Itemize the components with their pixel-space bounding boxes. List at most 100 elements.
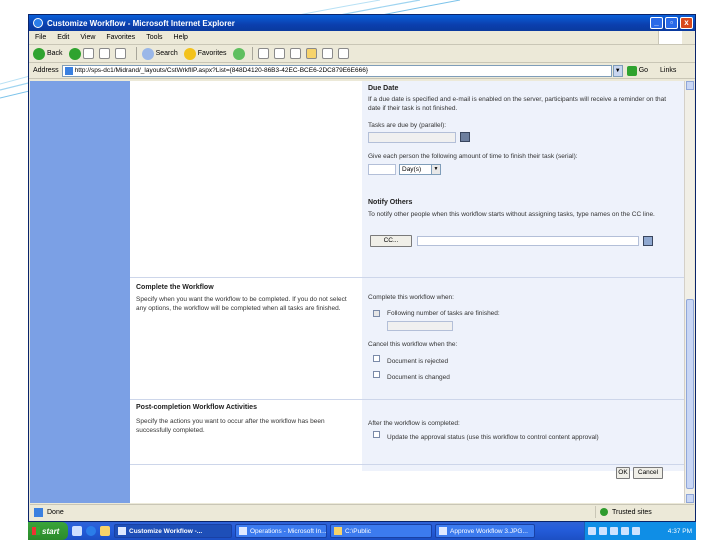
show-desktop-icon[interactable] [72, 526, 82, 536]
toolbar-separator [251, 47, 253, 60]
title-bar: Customize Workflow - Microsoft Internet … [29, 15, 695, 31]
browser-window: Customize Workflow - Microsoft Internet … [28, 14, 696, 522]
vertical-scrollbar[interactable] [684, 81, 694, 503]
scroll-thumb[interactable] [686, 299, 694, 489]
media-icon[interactable] [232, 47, 245, 60]
mail-icon[interactable] [257, 48, 269, 59]
messenger-icon[interactable] [321, 48, 333, 59]
back-button[interactable]: Back [33, 47, 63, 60]
scroll-up-icon[interactable] [686, 81, 694, 90]
search-icon [141, 47, 154, 60]
page-icon [64, 66, 73, 75]
post-completion-heading: Post-completion Workflow Activities [136, 404, 257, 411]
taskbar-item-customize-workflow[interactable]: Customize Workflow -... [114, 524, 232, 538]
tray-volume-icon[interactable] [621, 527, 629, 535]
workflow-form: Due Date If a due date is specified and … [130, 81, 684, 503]
serial-time-input[interactable] [368, 164, 396, 175]
tray-network-icon[interactable] [588, 527, 596, 535]
cancel-label: Cancel [637, 469, 659, 476]
folder-icon [334, 527, 342, 535]
close-button[interactable]: x [680, 17, 693, 29]
tasks-due-date-input[interactable] [368, 132, 456, 143]
windows-flag-icon [32, 527, 40, 535]
post-completion-description: Specify the actions you want to occur af… [136, 418, 325, 434]
tray-update-icon[interactable] [632, 527, 640, 535]
complete-workflow-description: Specify when you want the workflow to be… [136, 296, 347, 312]
refresh-icon[interactable] [98, 48, 110, 59]
minimize-button[interactable]: _ [650, 17, 663, 29]
taskbar: start Customize Workflow -... Operations… [28, 522, 696, 540]
status-bar: Done Trusted sites [30, 504, 694, 519]
document-changed-label: Document is changed [387, 374, 450, 381]
calendar-icon[interactable] [460, 132, 470, 142]
complete-workflow-heading: Complete the Workflow [136, 284, 214, 291]
address-dropdown-icon[interactable]: ▼ [612, 64, 623, 77]
explorer-quicklaunch-icon[interactable] [100, 526, 110, 536]
system-tray: 4:37 PM [584, 522, 696, 540]
security-zone: Trusted sites [595, 506, 690, 518]
tasks-finished-label: Following number of tasks are finished: [387, 310, 500, 317]
due-date-description: If a due date is specified and e-mail is… [368, 96, 667, 112]
ok-button[interactable]: OK [616, 467, 630, 479]
home-icon[interactable] [114, 48, 126, 59]
document-rejected-checkbox[interactable] [373, 355, 380, 362]
trusted-check-icon [600, 508, 608, 516]
taskbar-item-approve-workflow[interactable]: Approve Workflow 3.JPG... [435, 524, 535, 538]
after-completed-label: After the workflow is completed: [368, 420, 460, 427]
menu-file[interactable]: File [35, 34, 46, 41]
back-label: Back [47, 50, 63, 57]
forward-button[interactable] [68, 47, 81, 60]
taskbar-item-operations[interactable]: Operations - Microsoft In... [235, 524, 327, 538]
links-button[interactable]: Links [660, 67, 676, 74]
update-approval-checkbox[interactable] [373, 431, 380, 438]
notify-others-heading: Notify Others [368, 199, 413, 206]
ie-icon [33, 18, 43, 28]
tray-display-icon[interactable] [599, 527, 607, 535]
tasks-finished-checkbox[interactable] [373, 310, 380, 317]
start-label: start [42, 526, 60, 536]
toolbar: Back Search Favorites [29, 45, 695, 63]
menu-favorites[interactable]: Favorites [106, 34, 135, 41]
page-status-icon [34, 507, 43, 517]
section-descriptions [130, 81, 362, 471]
address-label: Address [33, 67, 59, 74]
menu-help[interactable]: Help [174, 34, 188, 41]
tray-security-icon[interactable] [610, 527, 618, 535]
start-button[interactable]: start [28, 522, 68, 540]
windows-logo-icon [658, 31, 682, 44]
folder-icon[interactable] [305, 48, 317, 59]
ie-quicklaunch-icon[interactable] [86, 526, 96, 536]
search-button[interactable]: Search [141, 47, 178, 60]
menu-view[interactable]: View [80, 34, 95, 41]
due-date-heading: Due Date [368, 85, 399, 92]
menu-edit[interactable]: Edit [57, 34, 69, 41]
taskbar-item-label: Approve Workflow 3.JPG... [450, 527, 528, 535]
menu-tools[interactable]: Tools [146, 34, 162, 41]
taskbar-item-label: C:\Public [345, 527, 372, 535]
search-label: Search [155, 50, 178, 57]
stop-icon[interactable] [82, 48, 94, 59]
taskbar-item-public-folder[interactable]: C:\Public [330, 524, 432, 538]
address-input[interactable]: http://sps-dc1/Midrand/_layouts/CstWrkfl… [61, 64, 612, 77]
taskbar-item-label: Operations - Microsoft In... [250, 527, 327, 535]
scroll-down-icon[interactable] [686, 494, 694, 503]
update-approval-label: Update the approval status (use this wor… [387, 434, 599, 441]
time-unit-select[interactable]: Day(s) ▼ [399, 164, 441, 175]
address-book-icon[interactable] [643, 236, 653, 246]
cancel-button[interactable]: Cancel [633, 467, 663, 479]
clock: 4:37 PM [667, 527, 692, 535]
address-bar: Address http://sps-dc1/Midrand/_layouts/… [29, 63, 695, 79]
go-button[interactable]: Go [626, 65, 648, 76]
print-icon[interactable] [273, 48, 285, 59]
go-arrow-icon [626, 65, 637, 76]
cc-input[interactable] [417, 236, 639, 246]
favorites-button[interactable]: Favorites [183, 47, 227, 60]
maximize-button[interactable]: ▫ [665, 17, 678, 29]
tasks-number-input[interactable] [387, 321, 453, 331]
document-changed-checkbox[interactable] [373, 371, 380, 378]
edit-icon[interactable] [289, 48, 301, 59]
research-icon[interactable] [337, 48, 349, 59]
ie-window-icon [239, 527, 247, 535]
time-unit-value: Day(s) [402, 166, 422, 173]
cc-button[interactable]: CC... [370, 235, 412, 247]
